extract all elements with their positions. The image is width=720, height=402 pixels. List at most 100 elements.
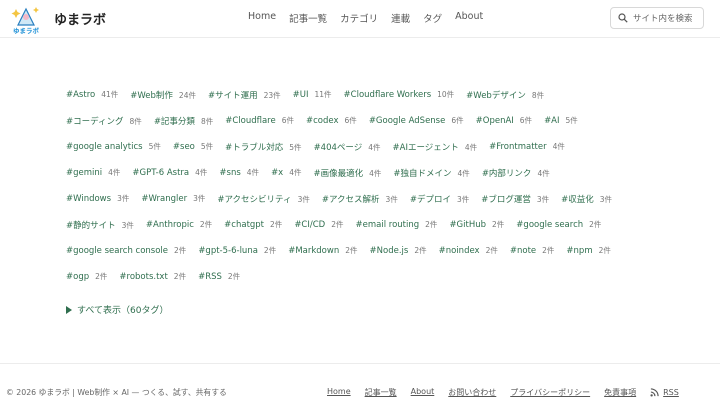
tag-link[interactable]: #コーディング 8件 [66,115,142,127]
tag-link[interactable]: #Web制作 24件 [130,89,196,101]
tag-link[interactable]: #noindex 2件 [439,245,498,256]
tag-name: #Google AdSense [368,116,446,126]
tag-link[interactable]: #email routing 2件 [356,219,438,231]
tag-count: 3件 [456,195,470,204]
tag-link[interactable]: #収益化 3件 [561,193,612,205]
tag-link[interactable]: #RSS 2件 [198,271,240,282]
tag-link[interactable]: #画像最適化 4件 [314,167,382,179]
tag-link[interactable]: #独自ドメイン 4件 [393,167,469,179]
tag-link[interactable]: #Astro 41件 [66,89,118,101]
tag-link[interactable]: #静的サイト 3件 [66,219,134,231]
tag-count: 3件 [536,195,550,204]
tag-link[interactable]: #seo 5件 [173,141,213,153]
nav-series[interactable]: 連載 [391,11,410,25]
tag-row: #静的サイト 3件 #Anthropic 2件 #chatgpt 2件 #CI/CD 2件 #e… [66,219,613,231]
tag-link[interactable]: #Windows 3件 [66,193,129,205]
footer-link-privacy[interactable]: プライバシーポリシー [510,387,590,398]
tag-link[interactable]: #Anthropic 2件 [146,219,212,231]
tag-link[interactable]: #gpt-5-6-luna 2件 [198,245,276,256]
tag-link[interactable]: #UI 11件 [293,89,332,101]
nav-categories[interactable]: カテゴリ [340,11,378,25]
footer-link-about[interactable]: About [411,387,435,398]
nav-articles[interactable]: 記事一覧 [289,11,327,25]
tag-count: 2件 [345,246,358,255]
tag-name: #画像最適化 [313,169,364,179]
nav-about[interactable]: About [455,11,483,25]
expand-triangle-icon [66,305,72,314]
tag-count: 24件 [178,91,196,100]
tag-link[interactable]: #sns 4件 [219,167,259,179]
rss-icon [650,388,659,397]
search-input[interactable]: サイト内を検索 [610,7,704,29]
tag-count: 2件 [492,220,505,229]
footer-link-contact[interactable]: お問い合わせ [448,387,496,398]
tag-link[interactable]: #OpenAI 6件 [476,115,532,127]
tag-name: #gpt-5-6-luna [198,246,258,256]
tag-link[interactable]: #アクセシビリティ 3件 [217,193,309,205]
tag-link[interactable]: #gemini 4件 [66,167,120,179]
tag-count: 2件 [414,246,427,255]
tag-link[interactable]: #アクセス解析 3件 [322,193,398,205]
tag-count: 3件 [117,194,130,203]
site-header: ゆまラボ ゆまラボ Home 記事一覧 カテゴリ 連載 タグ About サイト… [0,0,720,38]
tag-link[interactable]: #ogp 2件 [66,271,107,282]
tag-link[interactable]: #AIエージェント 4件 [393,141,478,153]
tag-link[interactable]: #Cloudflare 6件 [225,115,294,127]
tag-link[interactable]: #AI 5件 [544,115,578,127]
tag-name: #CI/CD [294,220,326,230]
tag-name: #UI [292,90,309,100]
tag-link[interactable]: #Node.js 2件 [370,245,427,256]
footer-link-articles[interactable]: 記事一覧 [365,387,397,398]
site-title[interactable]: ゆまラボ [54,9,106,28]
site-logo-icon[interactable]: ゆまラボ [10,3,42,35]
tag-link[interactable]: #ブログ運営 3件 [481,193,549,205]
tag-name: #Wrangler [141,194,188,204]
tag-link[interactable]: #GitHub 2件 [449,219,504,231]
tag-link[interactable]: #CI/CD 2件 [294,219,343,231]
tag-link[interactable]: #chatgpt 2件 [224,219,282,231]
tag-row: #Astro 41件 #Web制作 24件 #サイト運用 23件 #UI 11件 #Cloudf… [66,89,556,101]
tag-link[interactable]: #Markdown 2件 [288,245,357,256]
main-nav: Home 記事一覧 カテゴリ 連載 タグ About [248,11,483,25]
nav-tags[interactable]: タグ [423,11,442,25]
footer-link-rss[interactable]: RSS [650,387,679,398]
tag-count: 6件 [344,116,357,125]
tag-link[interactable]: #google analytics 5件 [66,141,161,153]
tag-link[interactable]: #codex 6件 [306,115,357,127]
tag-link[interactable]: #デプロイ 3件 [410,193,469,205]
tag-link[interactable]: #Google AdSense 6件 [369,115,464,127]
tag-link[interactable]: #robots.txt 2件 [119,271,186,282]
footer-link-home[interactable]: Home [327,387,351,398]
copyright: © 2026 ゆまラボ | Web制作 × AI — つくる、試す、共有する [6,388,227,397]
tag-link[interactable]: #google search 2件 [516,219,601,231]
tag-count: 2件 [331,220,344,229]
tag-count: 3件 [599,195,613,204]
tag-count: 2件 [173,272,187,281]
tag-link[interactable]: #google search console 2件 [66,245,186,256]
show-all-tags-button[interactable]: すべて表示（60タグ） [66,303,168,316]
show-all-label: すべて表示（60タグ） [77,306,169,316]
tag-count: 4件 [537,169,550,178]
nav-home[interactable]: Home [248,11,276,25]
tag-link[interactable]: #GPT-6 Astra 4件 [132,167,207,179]
tag-link[interactable]: #npm 2件 [566,245,610,256]
tag-link[interactable]: #note 2件 [510,245,555,256]
tag-name: #x [271,168,284,178]
tag-link[interactable]: #記事分類 8件 [154,115,213,127]
tag-count: 2件 [199,220,213,229]
footer-link-disclaimer[interactable]: 免責事項 [604,387,636,398]
site-footer: © 2026 ゆまラボ | Web制作 × AI — つくる、試す、共有する H… [0,363,720,402]
tag-count: 3件 [121,221,134,230]
tag-link[interactable]: #内部リンク 4件 [482,167,550,179]
tag-link[interactable]: #Cloudflare Workers 10件 [344,89,455,101]
tag-count: 8件 [129,117,142,126]
tag-name: #robots.txt [119,272,168,282]
tag-link[interactable]: #Wrangler 3件 [141,193,205,205]
tag-link[interactable]: #Webデザイン 8件 [466,89,544,101]
svg-text:ゆまラボ: ゆまラボ [13,26,40,35]
tag-link[interactable]: #トラブル対応 5件 [225,141,301,153]
tag-link[interactable]: #x 4件 [271,167,301,179]
tag-link[interactable]: #404ページ 4件 [314,141,381,153]
tag-link[interactable]: #サイト運用 23件 [208,89,281,101]
tag-link[interactable]: #Frontmatter 4件 [489,141,565,153]
